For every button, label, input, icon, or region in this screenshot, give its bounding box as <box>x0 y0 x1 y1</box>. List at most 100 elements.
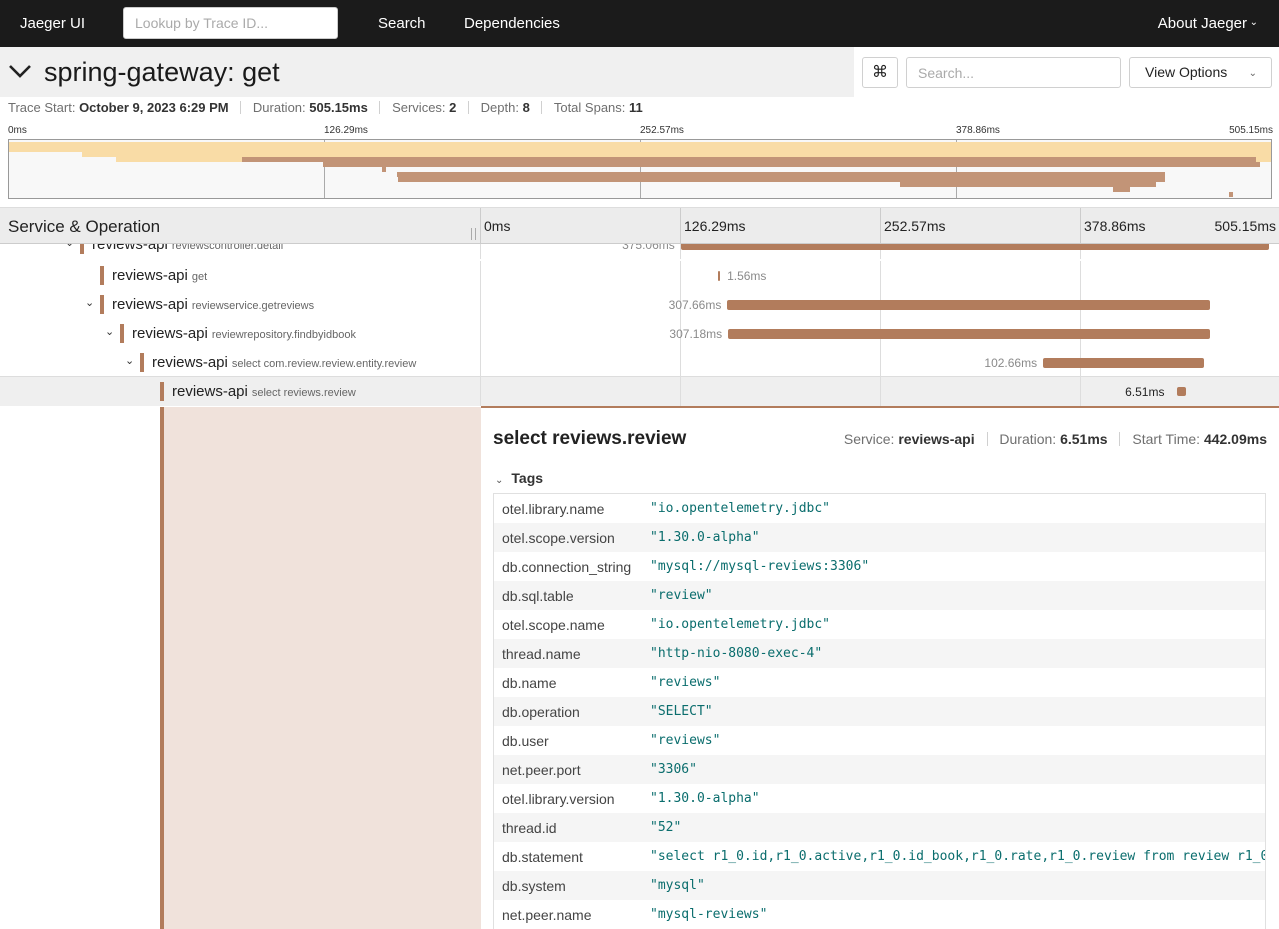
tag-row[interactable]: db.connection_string "mysql://mysql-revie… <box>494 552 1265 581</box>
span-row-timeline[interactable]: 375.06ms <box>481 244 1279 259</box>
tag-key: otel.scope.version <box>502 530 615 546</box>
span-row-timeline[interactable]: 6.51ms <box>481 377 1279 406</box>
trace-id-lookup-input[interactable] <box>123 7 338 39</box>
span-bar[interactable] <box>680 244 1269 250</box>
service-value: reviews-api <box>898 431 975 447</box>
span-name[interactable]: reviews-api reviewscontroller.detail <box>92 244 283 253</box>
span-row-label[interactable]: ⌄ reviews-apireviewscontroller.detail <box>0 244 481 259</box>
minimap-span <box>381 167 386 172</box>
nav-search-link[interactable]: Search <box>378 15 426 32</box>
service-name: reviews-api <box>152 354 228 371</box>
timeline-tick: 505.15ms <box>1214 218 1276 234</box>
service-name: reviews-api <box>92 244 168 253</box>
minimap-tick: 0ms <box>8 125 27 136</box>
tag-row[interactable]: thread.id "52" <box>494 813 1265 842</box>
span-row-label[interactable]: ⌄ reviews-api reviewrepository.findbyidboo… <box>0 319 481 348</box>
timeline-tick: 252.57ms <box>884 218 946 234</box>
minimap-span <box>322 162 1260 167</box>
operation-name: reviewservice.getreviews <box>191 300 315 312</box>
tag-row[interactable]: db.name "reviews" <box>494 668 1265 697</box>
span-row[interactable]: reviews-api select reviews.review 6.51ms <box>0 376 1279 406</box>
tags-toggle[interactable]: ⌄ Tags <box>495 470 543 486</box>
view-options-dropdown[interactable]: View Options ⌄ <box>1129 57 1272 88</box>
span-row[interactable]: ⌄ reviews-api reviewrepository.findbyidboo… <box>0 319 1279 348</box>
tag-value: "io.opentelemetry.jdbc" <box>650 501 831 516</box>
span-row[interactable]: ⌄ reviews-api reviewservice.getreviews 307.… <box>0 290 1279 319</box>
span-name[interactable]: reviews-api reviewservice.getreviews <box>112 296 314 313</box>
tag-row[interactable]: otel.library.name "io.opentelemetry.jdbc" <box>494 494 1265 523</box>
service-label: Service: <box>843 431 895 447</box>
operation-name: reviewscontroller.detail <box>171 244 284 252</box>
span-row-timeline[interactable]: 307.66ms <box>481 290 1279 319</box>
keyboard-shortcuts-button[interactable]: ⌘ <box>862 57 898 88</box>
service-name: reviews-api <box>132 325 208 342</box>
service-color-bar <box>100 295 104 314</box>
tag-key: db.operation <box>502 704 580 720</box>
span-row-label[interactable]: reviews-api select reviews.review <box>0 377 481 406</box>
span-row-timeline[interactable]: 307.18ms <box>481 319 1279 348</box>
minimap-tick: 505.15ms <box>1229 125 1273 136</box>
collapse-chevron-icon[interactable]: ⌄ <box>65 244 74 249</box>
view-options-label: View Options <box>1145 64 1228 80</box>
about-jaeger-menu[interactable]: About Jaeger <box>1158 15 1247 32</box>
duration-label: Duration: <box>999 431 1057 447</box>
tag-value: "select r1_0.id,r1_0.active,r1_0.id_book… <box>650 849 1266 864</box>
brand-link[interactable]: Jaeger UI <box>20 15 85 32</box>
tag-row[interactable]: otel.library.version "1.30.0-alpha" <box>494 784 1265 813</box>
span-name[interactable]: reviews-api reviewrepository.findbyidbook <box>132 325 356 342</box>
trace-search-input[interactable] <box>906 57 1121 88</box>
span-duration-label: 307.66ms <box>668 298 722 312</box>
collapse-chevron-icon[interactable]: ⌄ <box>85 296 94 309</box>
span-detail-title: select reviews.review <box>493 428 687 449</box>
span-bar[interactable] <box>1177 387 1187 396</box>
timeline-tick: 126.29ms <box>684 218 746 234</box>
tag-row[interactable]: db.operation "SELECT" <box>494 697 1265 726</box>
span-row-label[interactable]: ⌄ reviews-api reviewservice.getreviews <box>0 290 481 319</box>
minimap-tick: 378.86ms <box>956 125 1000 136</box>
chevron-down-icon: ⌄ <box>1248 68 1257 79</box>
collapse-chevron-icon[interactable]: ⌄ <box>105 325 114 338</box>
tag-row[interactable]: otel.scope.name "io.opentelemetry.jdbc" <box>494 610 1265 639</box>
span-row-timeline[interactable]: 102.66ms <box>481 348 1279 377</box>
span-bar[interactable] <box>727 300 1210 310</box>
tag-row[interactable]: db.sql.table "review" <box>494 581 1265 610</box>
span-bar[interactable] <box>728 329 1210 339</box>
tag-row[interactable]: thread.name "http-nio-8080-exec-4" <box>494 639 1265 668</box>
span-name[interactable]: reviews-api select reviews.review <box>172 383 356 400</box>
minimap-span <box>1229 192 1234 197</box>
service-color-bar <box>140 353 144 372</box>
start-time-label: Start Time: <box>1132 431 1201 447</box>
service-name: reviews-api <box>172 383 248 400</box>
span-bar[interactable] <box>718 271 721 281</box>
span-row[interactable]: reviews-api get 1.56ms <box>0 261 1279 290</box>
tag-row[interactable]: otel.scope.version "1.30.0-alpha" <box>494 523 1265 552</box>
tag-key: db.name <box>502 675 557 691</box>
tag-key: otel.scope.name <box>502 617 605 633</box>
tag-row[interactable]: db.statement "select r1_0.id,r1_0.active,… <box>494 842 1265 871</box>
tag-row[interactable]: net.peer.port "3306" <box>494 755 1265 784</box>
tag-value: "SELECT" <box>650 704 713 719</box>
span-row-label[interactable]: ⌄ reviews-api select com.review.review.ent… <box>0 348 481 377</box>
trace-minimap[interactable] <box>8 139 1272 199</box>
span-rows: ⌄reviews-apireviewscontroller.detail375.… <box>0 244 1279 407</box>
span-bar[interactable] <box>1043 358 1205 368</box>
trace-start-value: October 9, 2023 6:29 PM <box>79 100 229 115</box>
tag-row[interactable]: net.peer.name "mysql-reviews" <box>494 900 1265 929</box>
tag-row[interactable]: db.user "reviews" <box>494 726 1265 755</box>
column-resize-handle[interactable] <box>471 228 476 240</box>
collapse-chevron-icon[interactable] <box>7 58 33 84</box>
nav-dependencies-link[interactable]: Dependencies <box>464 15 560 32</box>
detail-fill <box>164 407 481 929</box>
tag-row[interactable]: db.system "mysql" <box>494 871 1265 900</box>
span-detail-meta: Service: reviews-api Duration: 6.51ms St… <box>844 431 1267 447</box>
span-row-timeline[interactable]: 1.56ms <box>481 261 1279 290</box>
service-color-bar <box>120 324 124 343</box>
service-color-bar <box>160 382 164 401</box>
collapse-chevron-icon[interactable]: ⌄ <box>125 354 134 367</box>
span-row[interactable]: ⌄ reviews-apireviewscontroller.detail 375.… <box>0 244 1279 259</box>
span-row[interactable]: ⌄ reviews-api select com.review.review.ent… <box>0 348 1279 377</box>
span-name[interactable]: reviews-api select com.review.review.enti… <box>152 354 416 371</box>
span-row-label[interactable]: reviews-api get <box>0 261 481 290</box>
span-name[interactable]: reviews-api get <box>112 267 207 284</box>
total-spans-value: 11 <box>629 100 643 115</box>
